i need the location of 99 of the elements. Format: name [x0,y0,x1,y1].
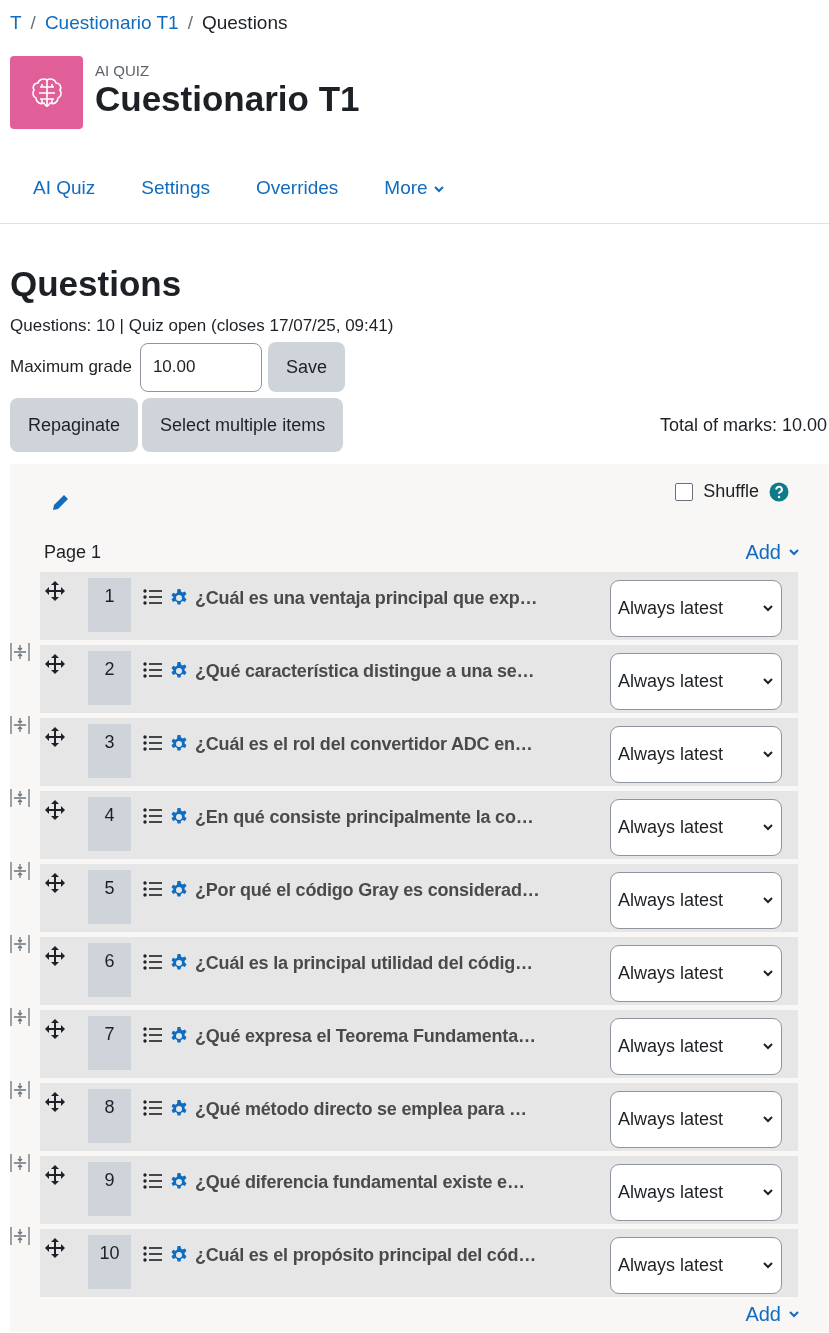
list-icon [143,1245,163,1263]
save-button[interactable]: Save [267,342,345,392]
question-title[interactable]: ¿Qué diferencia fundamental existe e… [195,1172,593,1193]
move-icon[interactable] [44,945,66,967]
question-number: 3 [88,724,131,778]
repaginate-icon[interactable] [10,715,30,735]
repaginate-icon[interactable] [10,642,30,662]
caret-icon [763,1116,773,1123]
question-number: 1 [88,578,131,632]
repaginate-icon[interactable] [10,934,30,954]
version-select[interactable]: Always latest [610,580,782,637]
breadcrumb-separator: / [187,12,193,34]
move-icon[interactable] [44,1164,66,1186]
help-icon[interactable] [769,481,789,502]
edit-icon[interactable] [50,493,70,513]
list-icon [143,588,163,606]
nav-tab[interactable]: Settings [118,165,233,211]
breadcrumb-current: Questions [201,12,288,34]
move-icon[interactable] [44,872,66,894]
question-number: 9 [88,1162,131,1216]
list-icon [143,953,163,971]
version-select[interactable]: Always latest [610,653,782,710]
question-title[interactable]: ¿Qué expresa el Teorema Fundamenta… [195,1026,593,1047]
repaginate-icon[interactable] [10,1226,30,1246]
list-icon [143,1172,163,1190]
field-label: Maximum grade [10,357,132,377]
move-icon[interactable] [44,799,66,821]
version-select[interactable]: Always latest [610,1237,782,1294]
question-title[interactable]: ¿Cuál es la principal utilidad del códig… [195,953,593,974]
list-icon [143,1099,163,1117]
move-icon[interactable] [44,580,66,602]
question-number: 2 [88,651,131,705]
caret-icon [763,824,773,831]
repaginate-icon[interactable] [10,1153,30,1173]
caret-icon [763,970,773,977]
repaginate-icon[interactable] [10,1080,30,1100]
question-number: 5 [88,870,131,924]
version-select[interactable]: Always latest [610,872,782,929]
version-select[interactable]: Always latest [610,1164,782,1221]
caret-icon [763,751,773,758]
question-title[interactable]: ¿Qué característica distingue a una se… [195,661,593,682]
move-icon[interactable] [44,1018,66,1040]
move-icon[interactable] [44,1091,66,1113]
page-label: Page 1 [44,541,102,563]
move-icon[interactable] [44,726,66,748]
caret-icon [763,897,773,904]
version-select[interactable]: Always latest [610,945,782,1002]
question-title[interactable]: ¿Cuál es una ventaja principal que exp… [195,588,593,609]
move-icon[interactable] [44,1237,66,1259]
action-button[interactable]: Repaginate [10,398,139,452]
list-icon [143,807,163,825]
more-menu-tab[interactable]: More [361,165,467,211]
nav-tab[interactable]: AI Quiz [10,165,119,211]
caret-icon [433,186,444,193]
list-icon [143,661,163,679]
total-marks: Total of marks: 10.00 [659,414,827,436]
question-number: 4 [88,797,131,851]
repaginate-icon[interactable] [10,1007,30,1027]
caret-icon [763,1262,773,1269]
version-select[interactable]: Always latest [610,1091,782,1148]
caret-icon [763,678,773,685]
activity-type-label: AI QUIZ [95,62,151,79]
question-title[interactable]: ¿En qué consiste principalmente la co… [195,807,593,828]
version-select[interactable]: Always latest [610,1018,782,1075]
question-number: 7 [88,1016,131,1070]
repaginate-icon[interactable] [10,788,30,808]
breadcrumb-separator: / [30,12,36,34]
list-icon [143,880,163,898]
add-menu-link[interactable]: Add [745,1303,799,1326]
question-title[interactable]: ¿Qué método directo se emplea para … [195,1099,593,1120]
question-number: 8 [88,1089,131,1143]
list-icon [143,734,163,752]
repaginate-icon[interactable] [10,861,30,881]
activity-icon [10,56,83,129]
list-icon [143,1026,163,1044]
version-select[interactable]: Always latest [610,799,782,856]
shuffle-label: Shuffle [703,481,759,502]
caret-icon [763,605,773,612]
page-title: Cuestionario T1 [95,79,360,119]
question-number: 10 [88,1235,131,1289]
maximum-grade-field[interactable]: 10.00 [139,342,262,392]
question-title[interactable]: ¿Por qué el código Gray es considerad… [195,880,593,901]
version-select[interactable]: Always latest [610,726,782,783]
caret-icon [763,1189,773,1196]
caret-icon [789,1311,799,1318]
question-title[interactable]: ¿Cuál es el propósito principal del cód… [195,1245,593,1266]
quiz-summary: Questions: 10 | Quiz open (closes 17/07/25, 09:41) [10,316,395,336]
caret-icon [763,1043,773,1050]
breadcrumb-link[interactable]: Cuestionario T1 [44,12,179,34]
section-heading: Questions [10,264,183,304]
move-icon[interactable] [44,653,66,675]
question-title[interactable]: ¿Cuál es el rol del convertidor ADC en… [195,734,593,755]
shuffle-checkbox[interactable] [675,482,694,501]
caret-icon [789,548,799,556]
nav-tab[interactable]: Overrides [232,165,362,211]
question-number: 6 [88,943,131,997]
action-button[interactable]: Select multiple items [142,398,344,452]
breadcrumb-link[interactable]: T [10,12,22,34]
add-menu-link[interactable]: Add [745,540,799,564]
